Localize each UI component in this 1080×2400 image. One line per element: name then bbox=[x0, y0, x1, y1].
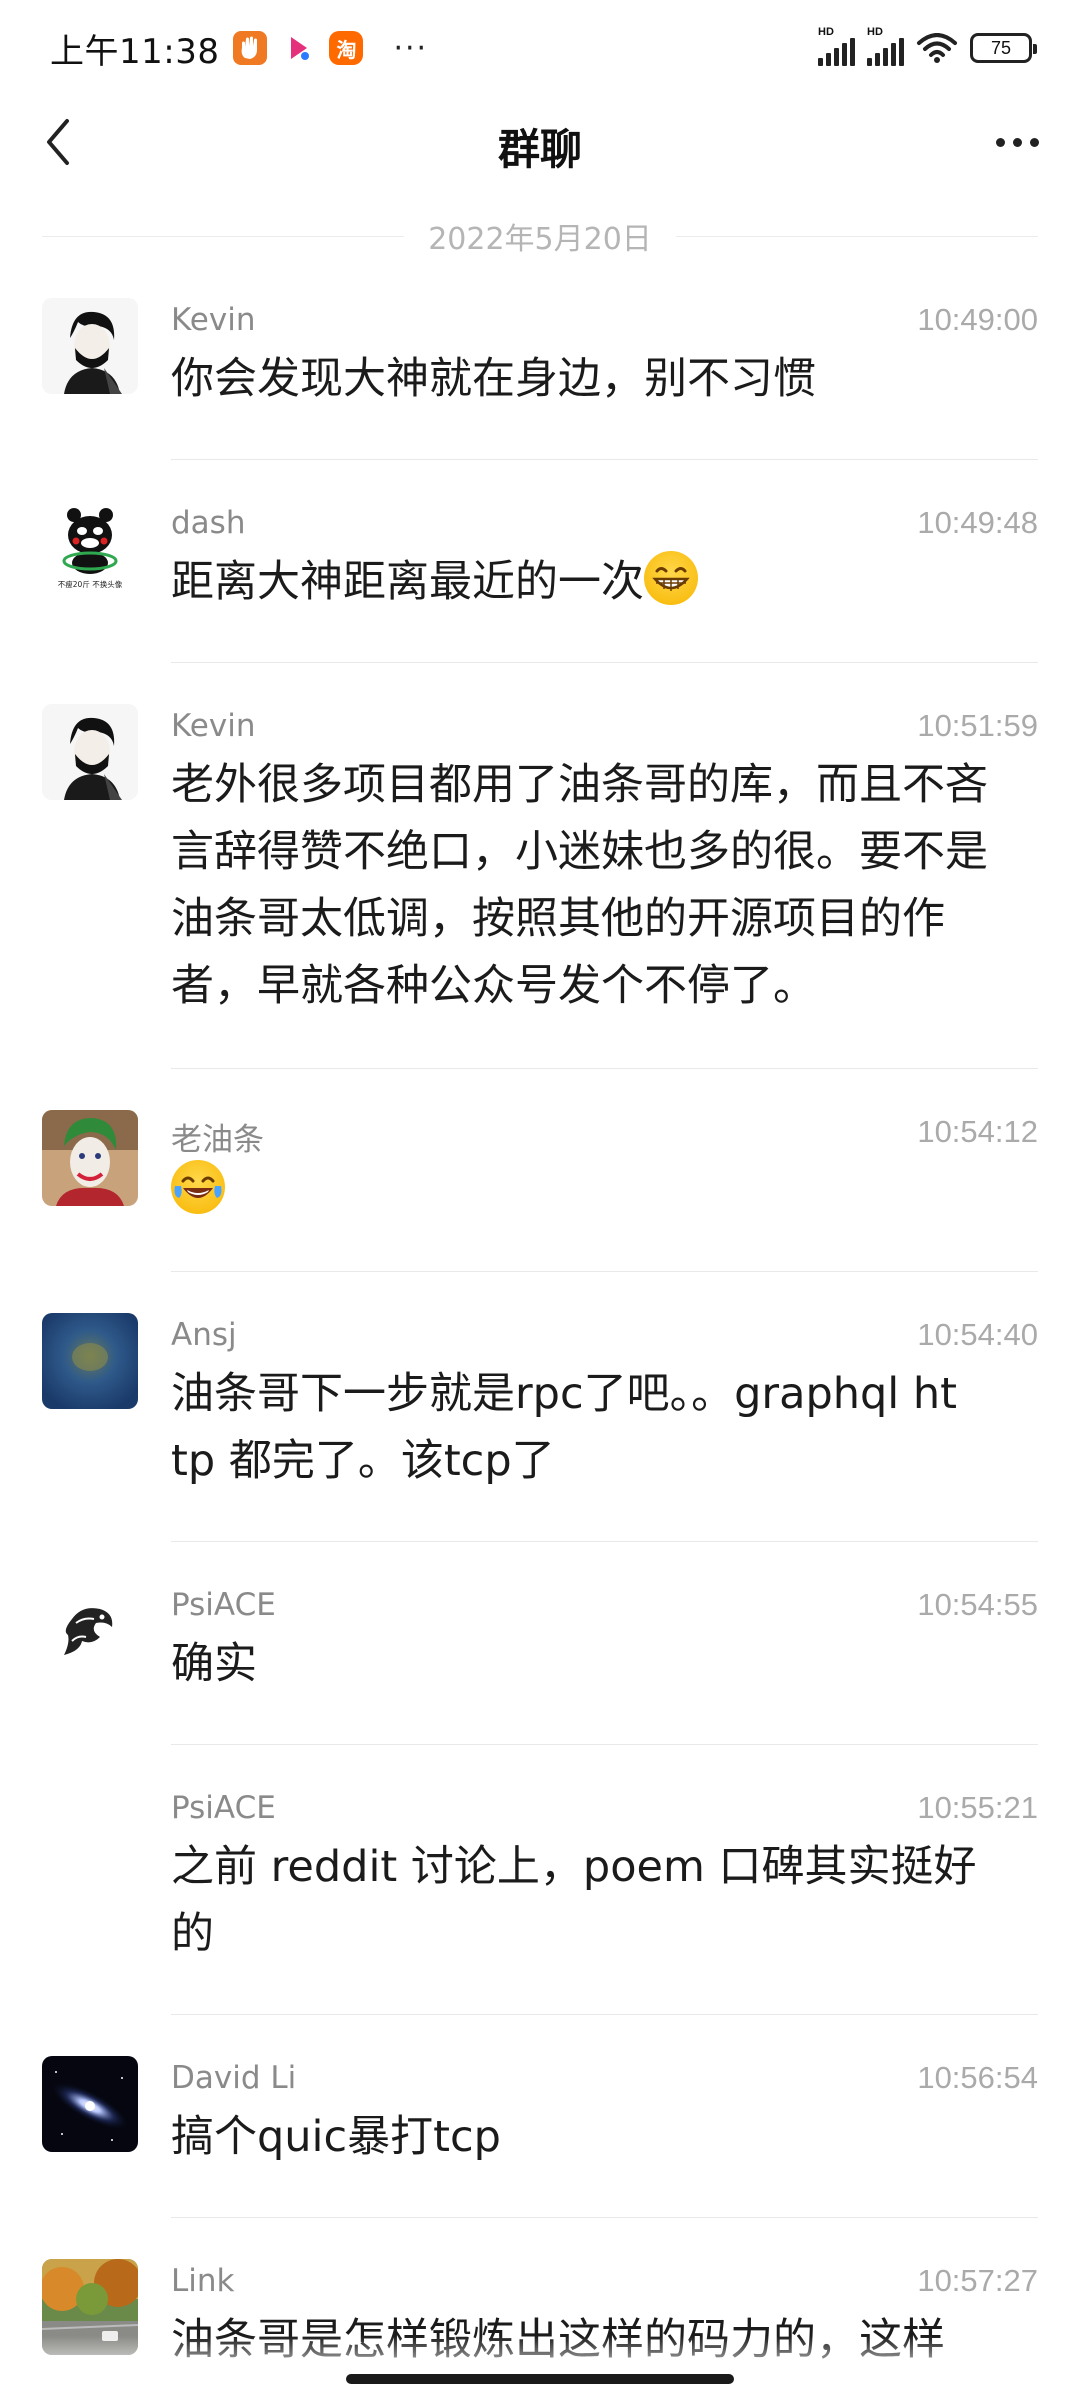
message-divider bbox=[171, 2014, 1038, 2015]
avatar[interactable] bbox=[42, 704, 138, 800]
message-item[interactable]: Ansj 10:54:40 油条哥下一步就是rpc了吧。。graphql htt… bbox=[0, 1305, 1080, 1542]
avatar[interactable] bbox=[42, 2056, 138, 2152]
message-item[interactable]: Kevin 10:51:59 老外很多项目都用了油条哥的库，而且不吝言辞得赞不绝… bbox=[0, 696, 1080, 1069]
sender-name: dash bbox=[171, 505, 246, 541]
message-text: 距离大神距离最近的一次 bbox=[171, 549, 1011, 616]
message-item[interactable]: Kevin 10:49:00 你会发现大神就在身边，别不习惯 bbox=[0, 290, 1080, 460]
sender-name: PsiACE bbox=[171, 1587, 276, 1623]
date-label: 2022年5月20日 bbox=[428, 222, 652, 257]
message-time: 10:57:27 bbox=[917, 2263, 1038, 2298]
tears-of-joy-emoji-icon bbox=[171, 1160, 225, 1214]
sender-name: Kevin bbox=[171, 302, 256, 338]
video-app-icon bbox=[281, 31, 316, 65]
message-item[interactable]: PsiACE 10:54:55 确实 bbox=[0, 1575, 1080, 1745]
message-text: 老外很多项目都用了油条哥的库，而且不吝言辞得赞不绝口，小迷妹也多的很。要不是油条… bbox=[171, 760, 988, 1011]
bottom-fade bbox=[0, 2336, 1080, 2400]
message-text: 之前 reddit 讨论上，poem 口碑其实挺好的 bbox=[171, 1842, 977, 1959]
page-title: 群聊 bbox=[497, 125, 582, 174]
sender-name: PsiACE bbox=[171, 1790, 276, 1826]
more-dot-icon bbox=[995, 137, 1005, 147]
more-dot-icon bbox=[1029, 137, 1039, 147]
avatar[interactable] bbox=[42, 1110, 138, 1206]
avatar[interactable] bbox=[42, 1583, 138, 1679]
more-notifications-icon: ··· bbox=[393, 30, 429, 66]
home-indicator[interactable] bbox=[346, 2374, 734, 2384]
message-text: 你会发现大神就在身边，别不习惯 bbox=[171, 354, 816, 404]
sender-name: Link bbox=[171, 2263, 235, 2299]
avatar[interactable]: 不瘦20斤 不换头像 bbox=[42, 501, 138, 597]
more-options-button[interactable] bbox=[982, 112, 1052, 172]
message-time: 10:54:55 bbox=[917, 1587, 1038, 1622]
sender-name: 老油条 bbox=[171, 1122, 264, 1158]
message-time: 10:54:12 bbox=[917, 1114, 1038, 1149]
message-divider bbox=[171, 2217, 1038, 2218]
message-divider bbox=[171, 1068, 1038, 1069]
message-time: 10:54:40 bbox=[917, 1317, 1038, 1352]
message-text: 油条哥下一步就是rpc了吧。。graphql http 都完了。该tcp了 bbox=[171, 1369, 958, 1486]
message-divider bbox=[171, 459, 1038, 460]
grinning-emoji-icon bbox=[644, 551, 698, 605]
status-time: 上午11:38 bbox=[50, 31, 220, 72]
avatar[interactable] bbox=[42, 298, 138, 394]
status-left: 上午11:38 淘 ··· bbox=[50, 24, 428, 73]
date-divider: 2022年5月20日 bbox=[42, 214, 1039, 258]
sender-name: David Li bbox=[171, 2060, 297, 2096]
message-divider bbox=[171, 662, 1038, 663]
message-time: 10:56:54 bbox=[917, 2060, 1038, 2095]
message-item[interactable]: David Li 10:56:54 搞个quic暴打tcp bbox=[0, 2048, 1080, 2218]
message-time: 10:55:21 bbox=[917, 1790, 1038, 1825]
status-bar: 上午11:38 淘 ··· HD HD 75 bbox=[0, 0, 1080, 96]
message-item[interactable]: 老油条 10:54:12 bbox=[0, 1102, 1080, 1272]
message-text: 确实 bbox=[171, 1639, 257, 1689]
signal-2-icon: HD bbox=[867, 26, 904, 66]
taobao-icon: 淘 bbox=[329, 31, 364, 65]
svg-text:不瘦20斤 不换头像: 不瘦20斤 不换头像 bbox=[58, 579, 123, 589]
message-time: 10:49:48 bbox=[917, 505, 1038, 540]
message-time: 10:49:00 bbox=[917, 302, 1038, 337]
message-divider bbox=[171, 1744, 1038, 1745]
battery-icon: 75 bbox=[970, 33, 1037, 63]
sender-name: Ansj bbox=[171, 1317, 237, 1353]
hand-app-icon bbox=[233, 31, 268, 65]
message-item[interactable]: 不瘦20斤 不换头像 dash 10:49:48 距离大神距离最近的一次 bbox=[0, 493, 1080, 663]
message-text: 搞个quic暴打tcp bbox=[171, 2112, 501, 2162]
message-divider bbox=[171, 1271, 1038, 1272]
wifi-icon bbox=[916, 33, 958, 63]
message-item[interactable]: PsiACE 10:55:21 之前 reddit 讨论上，poem 口碑其实挺… bbox=[0, 1778, 1080, 2015]
sender-name: Kevin bbox=[171, 708, 256, 744]
avatar[interactable] bbox=[42, 1313, 138, 1409]
message-time: 10:51:59 bbox=[917, 708, 1038, 743]
message-text-content: 距离大神距离最近的一次 bbox=[171, 557, 644, 607]
signal-1-icon: HD bbox=[818, 26, 855, 66]
message-text bbox=[171, 1158, 1011, 1225]
nav-bar: 群聊 bbox=[0, 96, 1080, 188]
message-divider bbox=[171, 1541, 1038, 1542]
status-right: HD HD 75 bbox=[818, 26, 1037, 66]
more-dot-icon bbox=[1012, 137, 1022, 147]
